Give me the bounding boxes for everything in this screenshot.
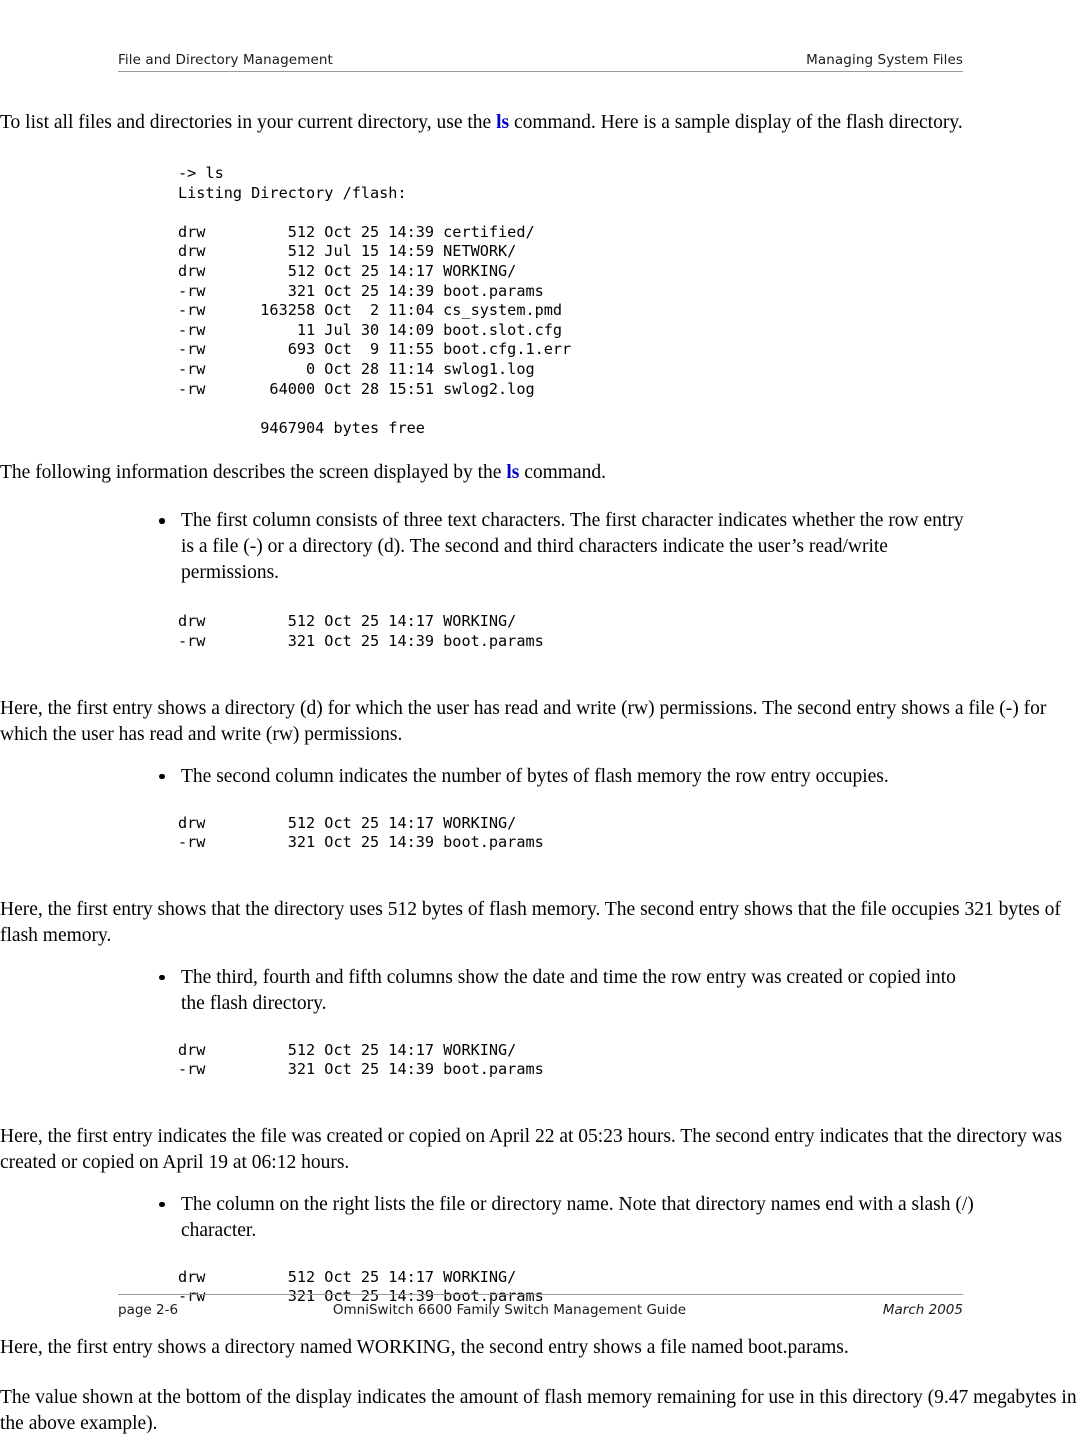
sample-pair-1: drw 512 Oct 25 14:17 WORKING/ -rw 321 Oc… bbox=[178, 612, 544, 650]
page-content: To list all files and directories in you… bbox=[0, 110, 1080, 1437]
ls-output-listing: -> ls Listing Directory /flash: drw 512 … bbox=[178, 164, 572, 437]
header-row: File and Directory Management Managing S… bbox=[118, 52, 963, 71]
ls-command-keyword: ls bbox=[496, 112, 510, 133]
bullet-list-4: The column on the right lists the file o… bbox=[0, 1192, 1080, 1244]
intro-text-before: To list all files and directories in you… bbox=[0, 112, 497, 133]
explanation-name-column: Here, the first entry shows a directory … bbox=[0, 1337, 849, 1359]
intro-text-after: command. Here is a sample display of the… bbox=[509, 112, 963, 133]
bullet-item-second-column: The second column indicates the number o… bbox=[157, 764, 975, 790]
describes-text-before: The following information describes the … bbox=[0, 462, 507, 484]
bullet-list-3: The third, fourth and fifth columns show… bbox=[0, 965, 1080, 1017]
bullet-item-date-time-columns: The third, fourth and fifth columns show… bbox=[157, 965, 975, 1017]
header-right-title: Managing System Files bbox=[806, 52, 963, 68]
header-left-title: File and Directory Management bbox=[118, 52, 333, 68]
bullet-text: The column on the right lists the file o… bbox=[181, 1193, 974, 1241]
bullet-text: The third, fourth and fifth columns show… bbox=[181, 966, 956, 1014]
closing-paragraph: The value shown at the bottom of the dis… bbox=[0, 1387, 1077, 1435]
sample-pair-2: drw 512 Oct 25 14:17 WORKING/ -rw 321 Oc… bbox=[178, 813, 544, 852]
intro-paragraph: To list all files and directories in you… bbox=[0, 110, 1080, 136]
bullet-text: The second column indicates the number o… bbox=[181, 765, 889, 787]
explanation-first-column: Here, the first entry shows a directory … bbox=[0, 697, 1047, 745]
header-divider bbox=[118, 71, 963, 72]
describes-paragraph: The following information describes the … bbox=[0, 460, 1080, 486]
bullet-text: The first column consists of three text … bbox=[181, 510, 964, 584]
footer-date: March 2005 bbox=[882, 1302, 963, 1318]
page-header: File and Directory Management Managing S… bbox=[118, 52, 963, 82]
ls-command-keyword-2: ls bbox=[506, 462, 520, 484]
bullet-list: The first column consists of three text … bbox=[0, 508, 1080, 586]
page-footer: page 2-6 OmniSwitch 6600 Family Switch M… bbox=[118, 1294, 963, 1330]
footer-guide-title: OmniSwitch 6600 Family Switch Management… bbox=[332, 1302, 687, 1318]
explanation-second-column: Here, the first entry shows that the dir… bbox=[0, 898, 1061, 946]
bullet-list-2: The second column indicates the number o… bbox=[0, 764, 1080, 790]
document-page: File and Directory Management Managing S… bbox=[0, 0, 1080, 1434]
sample-pair-3: drw 512 Oct 25 14:17 WORKING/ -rw 321 Oc… bbox=[178, 1040, 544, 1079]
describes-text-after: command. bbox=[519, 462, 606, 484]
bullet-item-first-column: The first column consists of three text … bbox=[157, 508, 975, 586]
explanation-date-time-columns: Here, the first entry indicates the file… bbox=[0, 1125, 1063, 1173]
footer-row: page 2-6 OmniSwitch 6600 Family Switch M… bbox=[118, 1295, 963, 1330]
bullet-item-name-column: The column on the right lists the file o… bbox=[157, 1192, 975, 1244]
